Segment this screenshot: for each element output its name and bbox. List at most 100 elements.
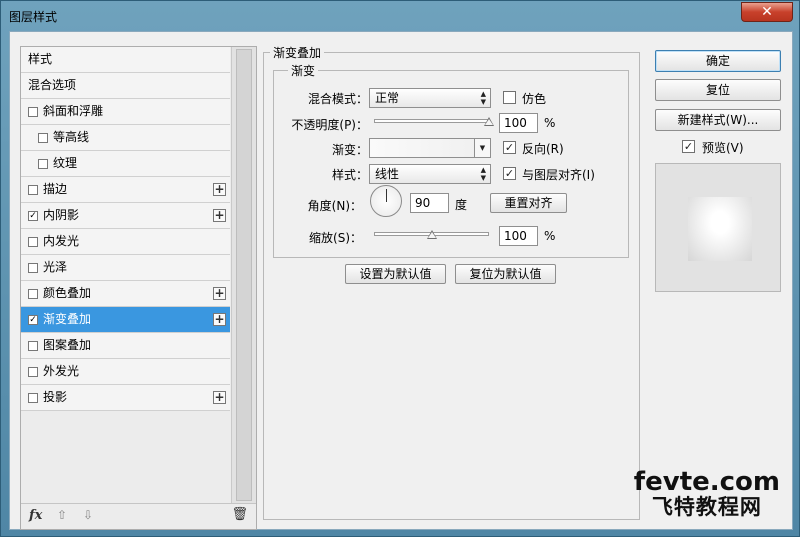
style-item[interactable]: 光泽 [21,255,230,281]
blend-mode-value: 正常 [375,91,400,105]
style-item[interactable]: ✓ 渐变叠加 + [21,307,230,333]
chevron-down-icon[interactable]: ▼ [474,139,490,157]
angle-unit: 度 [455,198,468,212]
gradient-subgroup-title: 渐变 [288,62,319,79]
scrollbar-thumb[interactable] [236,49,252,501]
watermark-bottom: 飞特教程网 [651,495,762,519]
gradient-subgroup: 渐变 混合模式： 正常 ▲▼ 仿色 不透明度(P)： 100 % 渐变： ▼ [273,62,629,258]
gradient-label: 渐变： [331,143,368,157]
add-style-icon[interactable]: + [213,183,226,196]
scale-unit: % [544,229,556,243]
new-style-button[interactable]: 新建样式(W)... [655,109,781,131]
scale-label: 缩放(S)： [309,231,362,245]
select-arrows-icon: ▲ ▼ [480,166,486,182]
style-item[interactable]: 颜色叠加 + [21,281,230,307]
add-style-icon[interactable]: + [213,313,226,326]
style-item-checkbox[interactable] [28,289,38,299]
opacity-input[interactable]: 100 [499,113,538,133]
angle-dial[interactable] [370,185,402,217]
style-item-checkbox[interactable] [28,107,38,117]
style-item-checkbox[interactable]: ✓ [28,211,38,221]
set-default-button[interactable]: 设置为默认值 [345,264,446,284]
move-up-icon[interactable]: ⇧ [57,508,67,522]
style-label: 样式： [331,168,368,182]
ok-button[interactable]: 确定 [655,50,781,72]
close-icon: ✕ [761,4,773,20]
align-with-layer-checkbox[interactable]: ✓ [503,167,516,180]
blend-mode-label: 混合模式： [307,92,368,106]
title-bar[interactable]: 图层样式 ✕ [1,1,799,31]
styles-scrollbar[interactable] [231,47,256,503]
gradient-overlay-title: 渐变叠加 [270,44,325,61]
preview-checkbox[interactable]: ✓ [682,140,695,153]
style-preview [655,163,781,292]
fx-icon[interactable]: fx [29,508,42,523]
blend-options-label: 混合选项 [28,78,77,92]
style-item-label: 颜色叠加 [43,286,92,300]
angle-needle [386,189,387,202]
gradient-picker[interactable]: ▼ [369,138,491,158]
style-item-checkbox[interactable] [28,237,38,247]
add-style-icon[interactable]: + [213,209,226,222]
opacity-unit: % [544,116,556,130]
style-item-checkbox[interactable] [28,367,38,377]
reset-default-button[interactable]: 复位为默认值 [455,264,556,284]
move-down-icon[interactable]: ⇩ [83,508,93,522]
dialog-body: 样式 混合选项 斜面和浮雕等高线纹理描边 + ✓ 内阴影 + 内发光 光泽颜色叠加 + ✓ 渐变叠… [9,31,793,530]
style-item[interactable]: 内发光 [21,229,230,255]
dither-checkbox[interactable] [503,91,516,104]
style-item-checkbox[interactable]: ✓ [28,315,38,325]
styles-header-label: 样式 [28,52,53,66]
layer-style-dialog: 图层样式 ✕ 样式 混合选项 斜面和浮雕 等高线 纹理 描边 + ✓ 内阴影 + 内发光 光泽 颜色… [0,0,800,537]
style-item-label: 图案叠加 [43,338,92,352]
opacity-slider[interactable] [374,119,489,123]
dither-label: 仿色 [522,92,547,106]
style-item[interactable]: 投影 + [21,385,230,411]
style-item-checkbox[interactable] [38,159,48,169]
scale-input[interactable]: 100 [499,226,538,246]
style-item-checkbox[interactable] [28,263,38,273]
style-item-label: 渐变叠加 [43,312,92,326]
reverse-checkbox[interactable]: ✓ [503,141,516,154]
blend-mode-select[interactable]: 正常 ▲ ▼ [369,88,491,108]
style-item-checkbox[interactable] [38,133,48,143]
styles-list: 样式 混合选项 斜面和浮雕等高线纹理描边 + ✓ 内阴影 + 内发光 光泽颜色叠加 + ✓ 渐变叠… [21,47,230,411]
style-item[interactable]: 描边 + [21,177,230,203]
style-item-checkbox[interactable] [28,185,38,195]
reverse-label: 反向(R) [522,142,564,156]
style-item[interactable]: 等高线 [21,125,230,151]
reset-button[interactable]: 复位 [655,79,781,101]
styles-panel: 样式 混合选项 斜面和浮雕等高线纹理描边 + ✓ 内阴影 + 内发光 光泽颜色叠加 + ✓ 渐变叠… [20,46,257,530]
style-item-label: 描边 [43,182,68,196]
angle-input[interactable]: 90 [410,193,449,213]
styles-header-item[interactable]: 样式 [21,47,230,73]
add-style-icon[interactable]: + [213,391,226,404]
gradient-style-select[interactable]: 线性 ▲ ▼ [369,164,491,184]
style-item-checkbox[interactable] [28,393,38,403]
window-title: 图层样式 [9,10,58,24]
realign-button[interactable]: 重置对齐 [490,193,567,213]
styles-footer: fx ⇧ ⇩ 🗑 [21,503,256,529]
gradient-style-value: 线性 [375,167,400,181]
style-item-label: 内阴影 [43,208,80,222]
preview-swatch [688,197,752,261]
style-item[interactable]: ✓ 内阴影 + [21,203,230,229]
style-item[interactable]: 外发光 [21,359,230,385]
add-style-icon[interactable]: + [213,287,226,300]
align-with-layer-label: 与图层对齐(I) [522,168,595,182]
close-button[interactable]: ✕ [741,2,793,22]
style-item[interactable]: 斜面和浮雕 [21,99,230,125]
style-item-label: 纹理 [53,156,78,170]
style-item-label: 斜面和浮雕 [43,104,104,118]
style-item[interactable]: 纹理 [21,151,230,177]
watermark-top: fevte.com [633,467,780,497]
style-item-label: 投影 [43,390,68,404]
scale-slider-thumb[interactable] [426,230,437,239]
trash-icon[interactable]: 🗑 [231,507,248,522]
style-item-checkbox[interactable] [28,341,38,351]
select-arrows-icon: ▲ ▼ [480,90,486,106]
style-item[interactable]: 图案叠加 [21,333,230,359]
opacity-slider-thumb[interactable] [484,117,494,126]
style-item-label: 外发光 [43,364,80,378]
blend-options-item[interactable]: 混合选项 [21,73,230,99]
